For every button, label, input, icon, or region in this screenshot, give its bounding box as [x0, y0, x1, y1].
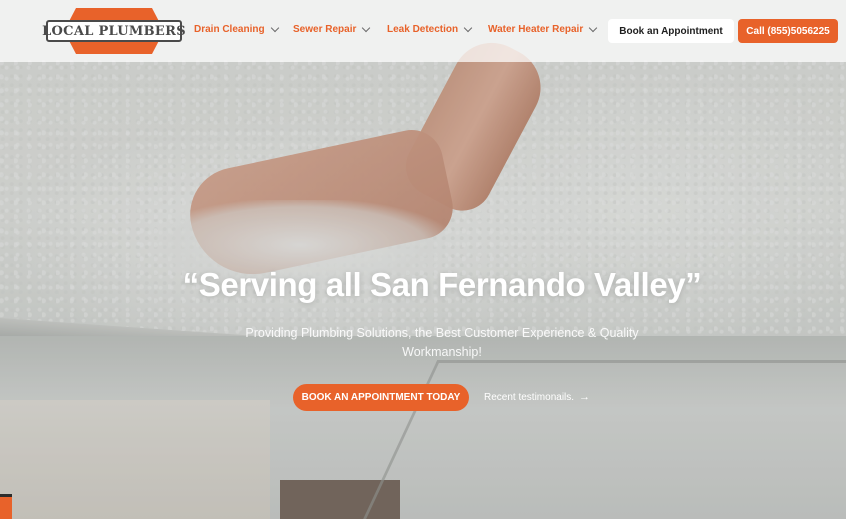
logo-text: LOCAL PLUMBERS [42, 23, 186, 39]
logo-band: LOCAL PLUMBERS [42, 20, 186, 42]
book-appointment-today-button[interactable]: BOOK AN APPOINTMENT TODAY [293, 384, 469, 411]
nav-label: Sewer Repair [293, 24, 357, 35]
hero-headline: “Serving all San Fernando Valley” [182, 266, 702, 303]
nav-label: Drain Cleaning [194, 24, 265, 35]
chevron-down-icon [463, 23, 473, 33]
arrow-right-icon: → [579, 391, 591, 403]
hero-background [0, 0, 846, 519]
nav-sewer-repair[interactable]: Sewer Repair [293, 23, 371, 35]
nav-drain-cleaning[interactable]: Drain Cleaning [194, 23, 279, 35]
logo[interactable]: LOCAL PLUMBERS [42, 8, 186, 54]
book-appointment-button[interactable]: Book an Appointment [608, 19, 734, 43]
nav-water-heater-repair[interactable]: Water Heater Repair [488, 23, 598, 35]
chevron-down-icon [588, 23, 598, 33]
recent-testimonials-link[interactable]: Recent testimonails. → [484, 391, 590, 403]
nav-label: Leak Detection [387, 24, 459, 35]
hero-subtext: Providing Plumbing Solutions, the Best C… [245, 326, 639, 359]
chevron-down-icon [362, 23, 371, 33]
hero-overlay [0, 0, 846, 519]
site-header: LOCAL PLUMBERS Drain Cleaning Sewer Repa… [0, 0, 846, 62]
nav-leak-detection[interactable]: Leak Detection [387, 23, 473, 35]
chevron-down-icon [270, 23, 279, 33]
corner-accent [0, 494, 12, 519]
nav-label: Water Heater Repair [488, 24, 584, 35]
call-button[interactable]: Call (855)5056225 [738, 19, 838, 43]
testimonials-label: Recent testimonails. [484, 391, 575, 403]
